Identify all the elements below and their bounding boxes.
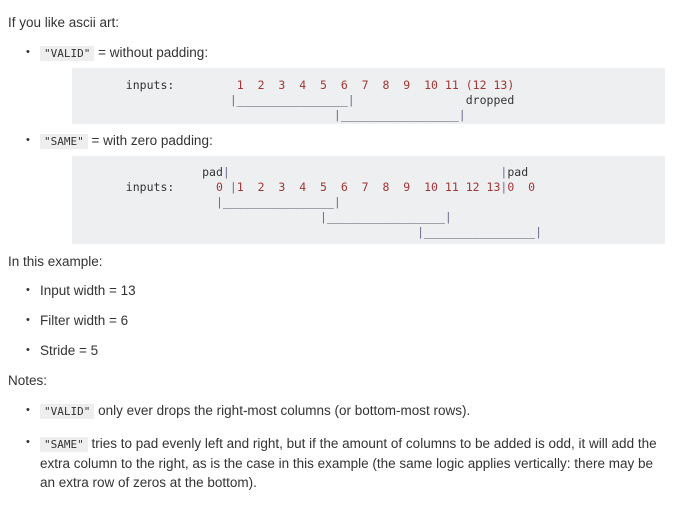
notes-heading: Notes: [8, 373, 48, 388]
ascii-art-same: pad| |pad inputs: 0 |1 2 3 4 5 6 7 8 9 1… [72, 156, 665, 244]
list-item-filter-width: Filter width = 6 [26, 311, 673, 330]
note-same-text: tries to pad evenly left and right, but … [40, 436, 657, 490]
same-mode-description: = with zero padding: [87, 133, 213, 148]
note-item-same: "SAME" tries to pad evenly left and righ… [26, 433, 673, 492]
example-heading: In this example: [8, 254, 103, 269]
list-item-same-mode: "SAME" = with zero padding: pad| |pad in… [26, 131, 673, 244]
inline-code-same-note: "SAME" [40, 437, 88, 452]
notes-list: "VALID" only ever drops the right-most c… [6, 401, 673, 492]
valid-mode-description: = without padding: [94, 45, 209, 60]
list-item-stride: Stride = 5 [26, 341, 673, 360]
ascii-art-valid: inputs: 1 2 3 4 5 6 7 8 9 10 11 (12 13) … [72, 68, 665, 124]
list-item-valid-mode: "VALID" = without padding: inputs: 1 2 3… [26, 43, 673, 124]
inline-code-same: "SAME" [40, 134, 88, 149]
intro-paragraph: If you like ascii art: [8, 15, 120, 30]
inline-code-valid: "VALID" [40, 46, 95, 61]
note-item-valid: "VALID" only ever drops the right-most c… [26, 401, 673, 421]
documentation-page: If you like ascii art: "VALID" = without… [0, 0, 679, 511]
inline-code-valid-note: "VALID" [40, 404, 95, 419]
padding-modes-list: "VALID" = without padding: inputs: 1 2 3… [6, 43, 673, 244]
note-valid-text: only ever drops the right-most columns (… [94, 403, 471, 418]
example-parameters-list: Input width = 13 Filter width = 6 Stride… [6, 281, 673, 360]
list-item-input-width: Input width = 13 [26, 281, 673, 300]
